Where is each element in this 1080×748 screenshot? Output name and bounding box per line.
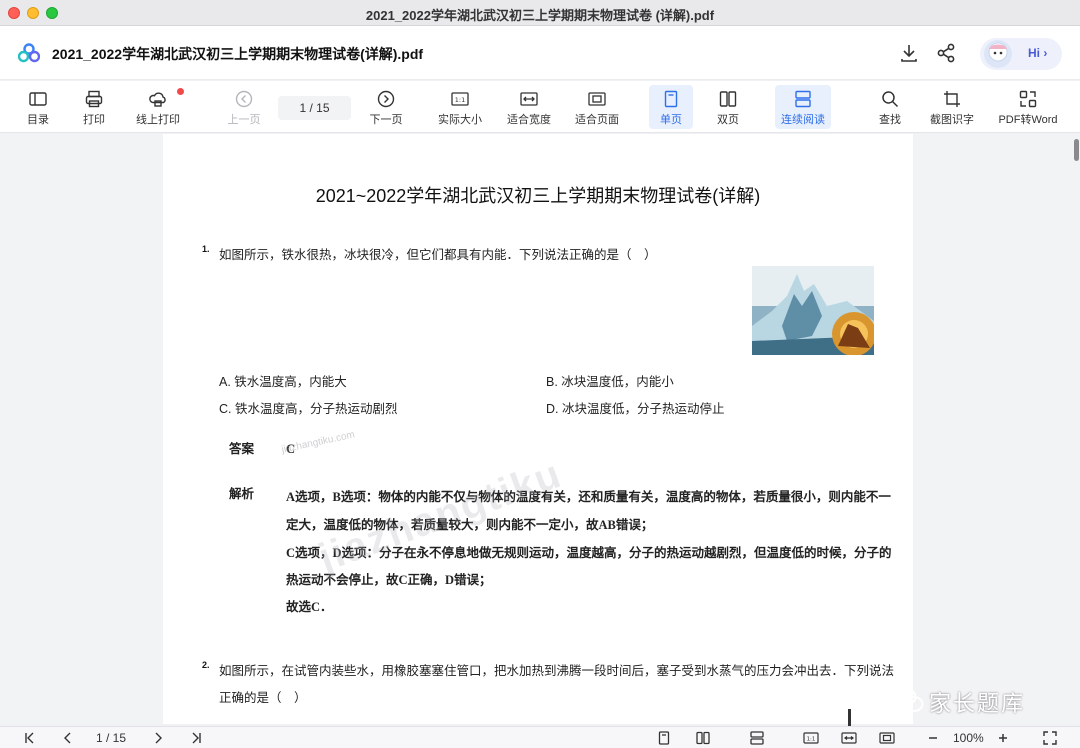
continuous-label: 连续阅读 <box>781 114 825 126</box>
continuous-read-button[interactable]: 连续阅读 <box>775 85 831 129</box>
document-title: 2021_2022学年湖北武汉初三上学期期末物理试卷(详解).pdf <box>52 46 424 62</box>
double-page-label: 双页 <box>717 114 739 126</box>
window-titlebar: 2021_2022学年湖北武汉初三上学期期末物理试卷 (详解).pdf <box>0 0 1080 26</box>
prev-page-icon[interactable] <box>60 730 76 746</box>
actual-size-button[interactable]: 1:1 实际大小 <box>436 85 484 129</box>
double-page-button[interactable]: 双页 <box>710 85 746 129</box>
print-button[interactable]: 打印 <box>76 85 112 129</box>
q2-number: 2. <box>202 660 210 670</box>
pdf-page: 2021~2022学年湖北武汉初三上学期期末物理试卷(详解) 1. 如图所示，铁… <box>163 134 913 724</box>
q1-text: 如图所示，铁水很热，冰块很冷，但它们都具有内能．下列说法正确的是（ ） <box>219 248 657 262</box>
brand-watermark: 家长题库 <box>893 683 1053 717</box>
toc-button[interactable]: 目录 <box>20 85 56 129</box>
online-print-button[interactable]: 线上打印 <box>132 85 184 129</box>
ocr-button[interactable]: 截图识字 <box>926 85 978 129</box>
assistant-hi-button[interactable]: Hi › <box>980 38 1062 70</box>
analysis-line-1: A选项，B选项：物体的内能不仅与物体的温度有关，还和质量有关，温度高的物体，若质… <box>286 490 891 504</box>
next-page-label: 下一页 <box>369 114 403 126</box>
assistant-avatar-icon <box>984 40 1012 68</box>
zoom-in-icon[interactable] <box>995 730 1011 746</box>
pdf-title: 2021~2022学年湖北武汉初三上学期期末物理试卷(详解) <box>315 186 761 206</box>
watermark-small: jiazhangtiku.com <box>280 429 356 456</box>
bottom-status-bar: 1 / 15 1:1 100% <box>0 726 1080 748</box>
chevron-right-icon: › <box>1043 46 1048 60</box>
pdf-to-word-label: PDF转Word <box>998 114 1058 126</box>
fullscreen-icon[interactable] <box>1042 730 1058 746</box>
search-label: 查找 <box>879 114 901 126</box>
cloud-print-icon <box>149 92 166 107</box>
assistant-hi-label: Hi › <box>1028 46 1048 60</box>
app-logo-icon <box>18 43 40 63</box>
download-icon[interactable] <box>897 41 921 65</box>
q2-text-line-1: 如图所示，在试管内装些水，用橡胶塞塞住管口，把水加热到沸腾一段时间后，塞子受到水… <box>219 664 895 678</box>
q1-option-c: C. 铁水温度高，分子热运动剧烈 <box>219 402 398 416</box>
sidebar-icon <box>29 92 47 106</box>
svg-text:1:1: 1:1 <box>807 737 816 743</box>
vertical-scrollbar[interactable] <box>1074 139 1079 161</box>
toc-label: 目录 <box>27 114 49 126</box>
app-header: 2021_2022学年湖北武汉初三上学期期末物理试卷(详解).pdf Hi › <box>0 26 1080 80</box>
fit-page-button[interactable]: 适合页面 <box>572 85 622 129</box>
convert-icon <box>1019 90 1037 108</box>
zoom-out-icon[interactable] <box>925 730 941 746</box>
fit-width-label: 适合宽度 <box>507 114 551 126</box>
fit-page-mode-icon[interactable] <box>879 730 895 746</box>
first-page-icon[interactable] <box>22 730 38 746</box>
screenshot-ocr-icon <box>944 91 960 107</box>
pdf-to-word-button[interactable]: PDF转Word <box>994 85 1062 129</box>
double-page-icon <box>719 91 737 107</box>
print-label: 打印 <box>83 114 105 126</box>
q1-option-a: A. 铁水温度高，内能大 <box>219 375 347 389</box>
last-page-icon[interactable] <box>188 730 204 746</box>
search-button[interactable]: 查找 <box>872 85 908 129</box>
text-cursor <box>848 709 851 726</box>
single-page-label: 单页 <box>660 114 682 126</box>
analysis-line-5: 故选C． <box>286 600 333 614</box>
window-title: 2021_2022学年湖北武汉初三上学期期末物理试卷 (详解).pdf <box>365 8 715 23</box>
next-page-button[interactable]: 下一页 <box>366 85 406 129</box>
single-page-mode-icon[interactable] <box>656 730 672 746</box>
prev-circle-icon <box>235 90 253 108</box>
double-page-mode-icon[interactable] <box>695 730 711 746</box>
prev-page-button[interactable]: 上一页 <box>224 85 264 129</box>
iceberg-iron-image <box>752 266 874 355</box>
next-circle-icon <box>377 90 395 108</box>
page-number-input[interactable]: 1 / 15 <box>278 96 351 120</box>
printer-icon <box>85 90 103 108</box>
answer-label: 答案 <box>229 442 255 456</box>
share-icon[interactable] <box>934 41 958 65</box>
q1-option-d: D. 冰块温度低，分子热运动停止 <box>546 402 725 416</box>
analysis-label: 解析 <box>229 487 255 501</box>
continuous-mode-icon[interactable] <box>749 730 765 746</box>
zoom-level[interactable]: 100% <box>953 731 984 745</box>
actual-size-icon: 1:1 <box>451 92 469 106</box>
q1-number: 1. <box>202 244 210 254</box>
q1-option-b: B. 冰块温度低，内能小 <box>546 375 674 389</box>
analysis-line-4: 热运动不会停止，故C正确，D错误； <box>286 573 492 587</box>
next-page-icon[interactable] <box>150 730 166 746</box>
single-page-button[interactable]: 单页 <box>649 85 693 129</box>
wechat-icon <box>893 687 924 712</box>
fit-width-icon <box>520 92 538 106</box>
fit-page-icon <box>588 92 606 106</box>
notification-dot <box>177 88 184 95</box>
fit-page-label: 适合页面 <box>575 114 619 126</box>
actual-size-label: 实际大小 <box>438 114 482 126</box>
continuous-icon <box>795 90 811 108</box>
ocr-label: 截图识字 <box>930 114 974 126</box>
single-page-icon <box>664 90 678 108</box>
prev-page-label: 上一页 <box>227 114 261 126</box>
brand-text: 家长题库 <box>929 691 1026 716</box>
document-viewer[interactable]: 2021~2022学年湖北武汉初三上学期期末物理试卷(详解) 1. 如图所示，铁… <box>0 134 1080 724</box>
q2-text-line-2: 正确的是（ ） <box>219 691 307 705</box>
bottom-page-indicator[interactable]: 1 / 15 <box>96 731 126 745</box>
main-toolbar: 目录 打印 线上打印 上一页 1 / 15 下一页 1:1 实际大小 适合宽度 … <box>0 81 1080 133</box>
search-icon <box>882 91 899 108</box>
online-print-label: 线上打印 <box>136 114 180 126</box>
svg-text:1:1: 1:1 <box>455 96 465 104</box>
fit-width-mode-icon[interactable] <box>841 730 857 746</box>
fit-width-button[interactable]: 适合宽度 <box>504 85 554 129</box>
actual-size-mode-icon[interactable]: 1:1 <box>803 730 819 746</box>
